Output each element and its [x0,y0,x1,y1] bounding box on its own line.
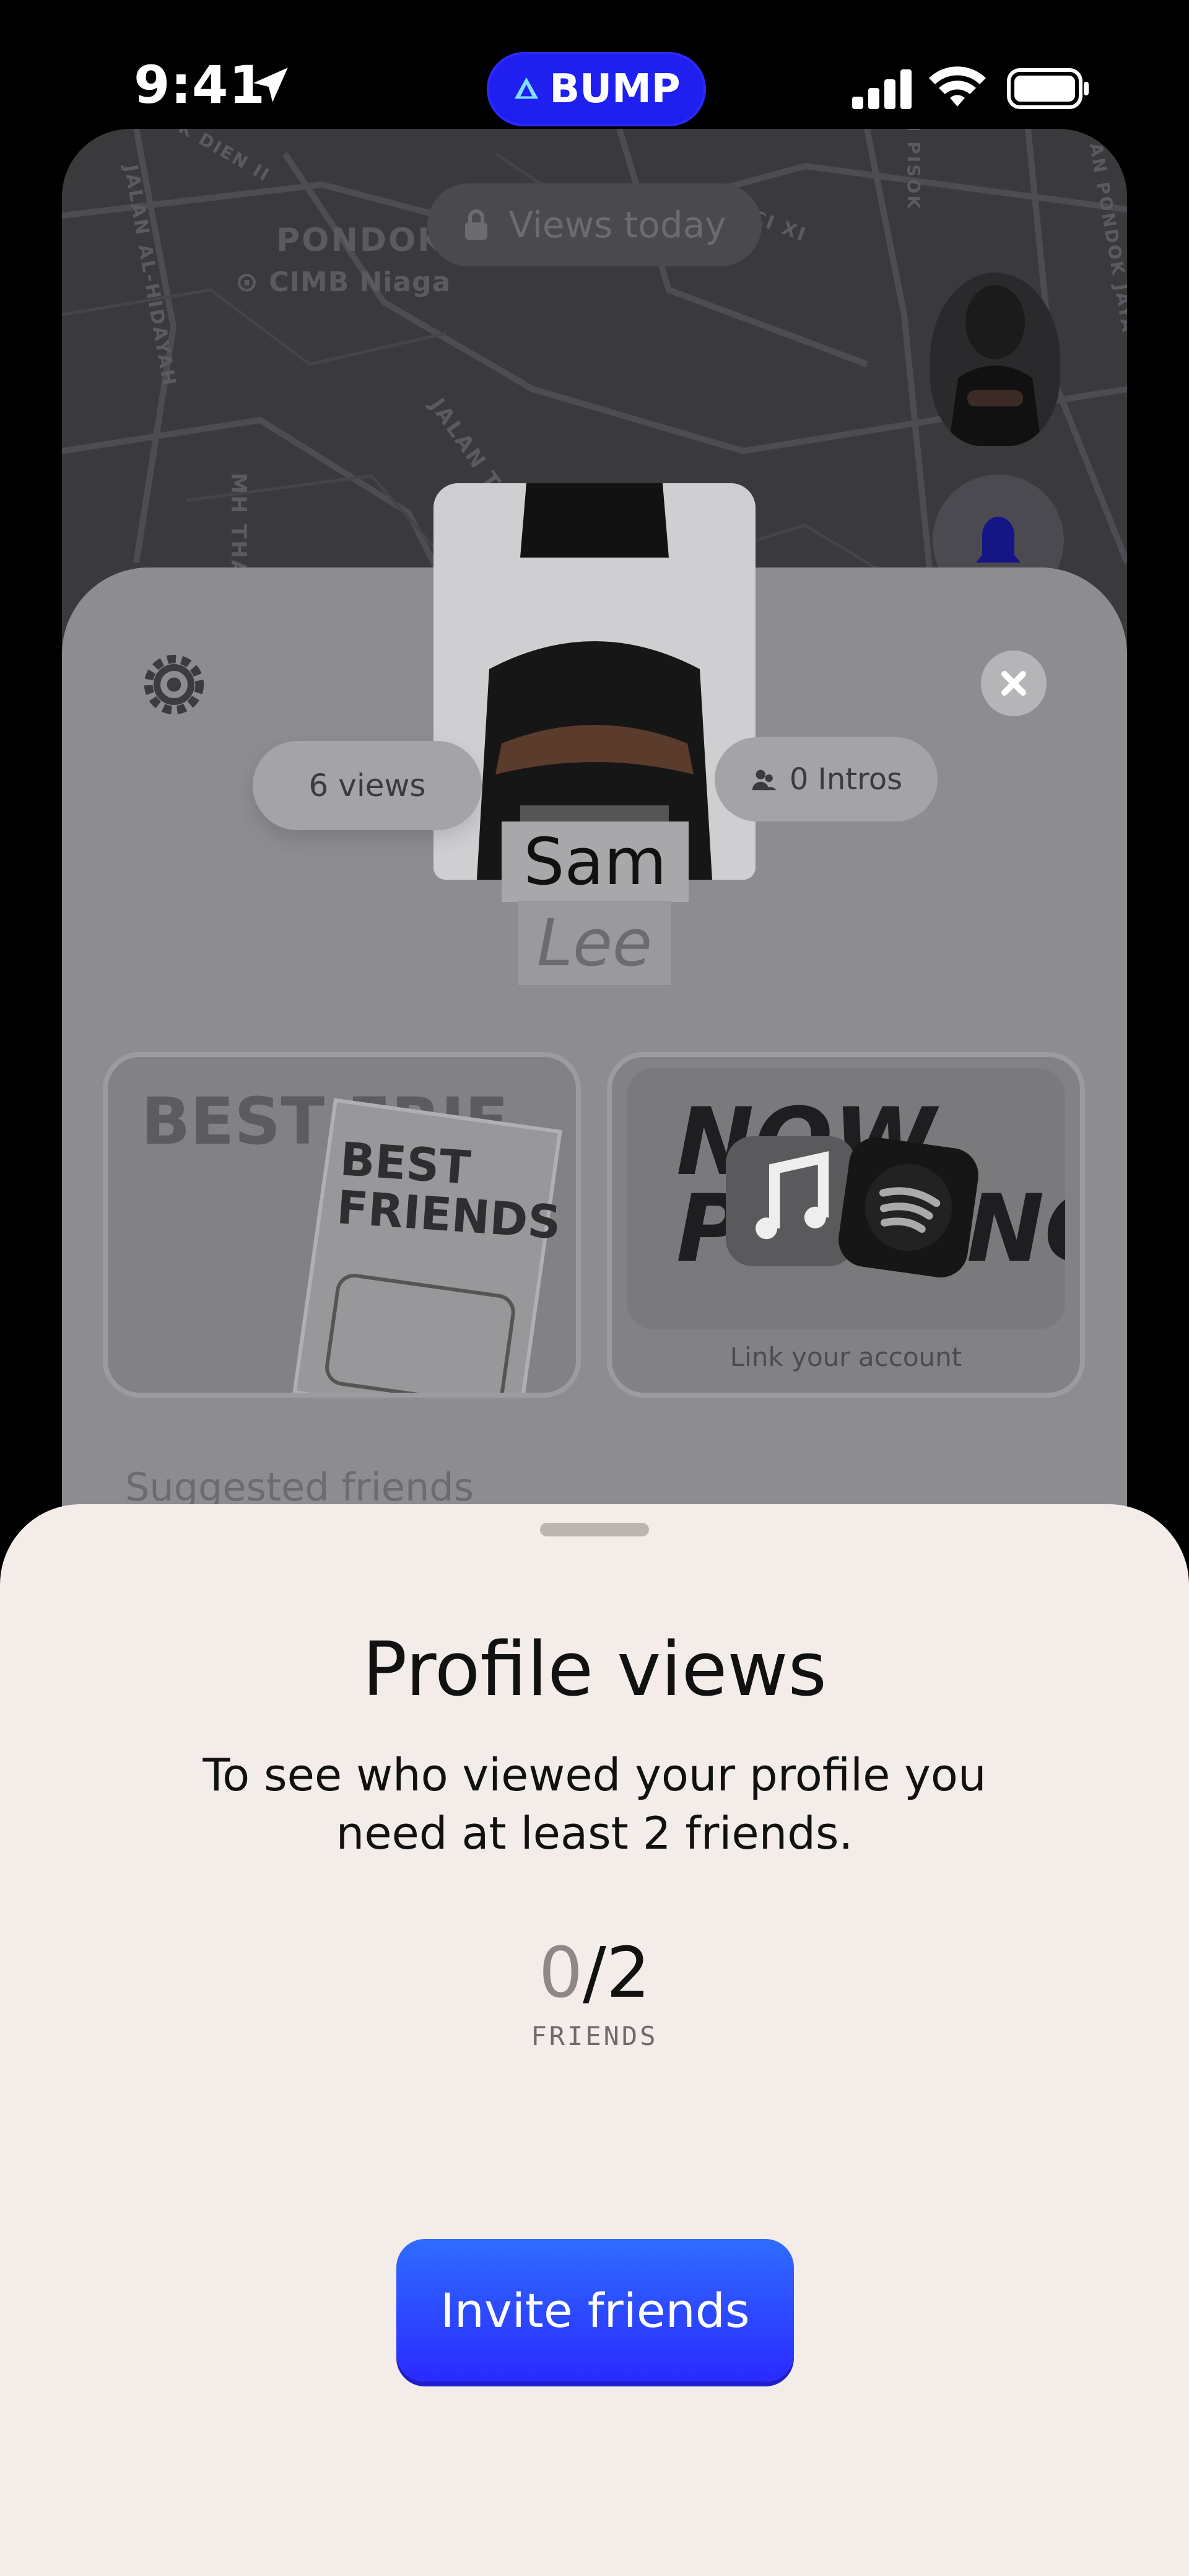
profile-photo[interactable] [433,483,756,880]
last-name: Lee [518,901,671,985]
close-button[interactable] [981,651,1047,716]
sheet-title: Profile views [362,1627,827,1713]
map-label: N PISOK [903,129,924,211]
bump-logo-icon [515,77,539,99]
signal-icon [852,69,912,109]
views-pill[interactable]: 6 views [253,741,482,830]
location-arrow-icon [253,68,288,102]
intros-label: 0 Intros [789,762,903,797]
person-figure [433,483,756,880]
spotify-icon [835,1134,982,1281]
views-today-pill[interactable]: Views today [427,183,762,266]
intros-pill[interactable]: 0 Intros [715,737,938,821]
best-friends-tile[interactable]: BEST FRIE BEST FRIENDS [103,1052,581,1398]
map-poi-label: ⊙ CIMB Niaga [235,266,451,298]
intros-icon [752,769,777,791]
sheet-grabber[interactable] [540,1523,649,1536]
bump-label: BUMP [549,66,681,112]
link-account-caption[interactable]: Link your account [612,1342,1080,1372]
best-friends-card: BEST FRIENDS [292,1098,562,1393]
invite-friends-button[interactable]: Invite friends [396,2239,794,2381]
wifi-icon [929,66,986,107]
lock-icon [465,209,488,240]
apple-music-icon [726,1136,856,1266]
views-today-label: Views today [508,204,726,246]
battery-icon [1007,68,1089,109]
map-label: MH THA [226,472,251,579]
friends-count-current: 0 [538,1933,583,2013]
bump-badge[interactable]: BUMP [487,52,706,126]
sheet-description: To see who viewed your profile you need … [203,1749,986,1859]
close-icon [1001,671,1026,696]
gear-icon[interactable] [140,651,208,719]
suggested-friends-heading: Suggested friends [125,1465,474,1510]
first-name: Sam [502,821,689,902]
map-user-avatar[interactable] [930,273,1060,446]
friends-count-total: /2 [583,1933,651,2013]
avatar-figure [949,285,1042,446]
now-playing-tile[interactable]: NOW PLAYING Link your account [607,1052,1085,1398]
status-time: 9:41 [134,55,266,115]
friends-counter-label: FRIENDS [531,2021,658,2051]
friends-counter: 0/2 [0,1933,1189,2013]
